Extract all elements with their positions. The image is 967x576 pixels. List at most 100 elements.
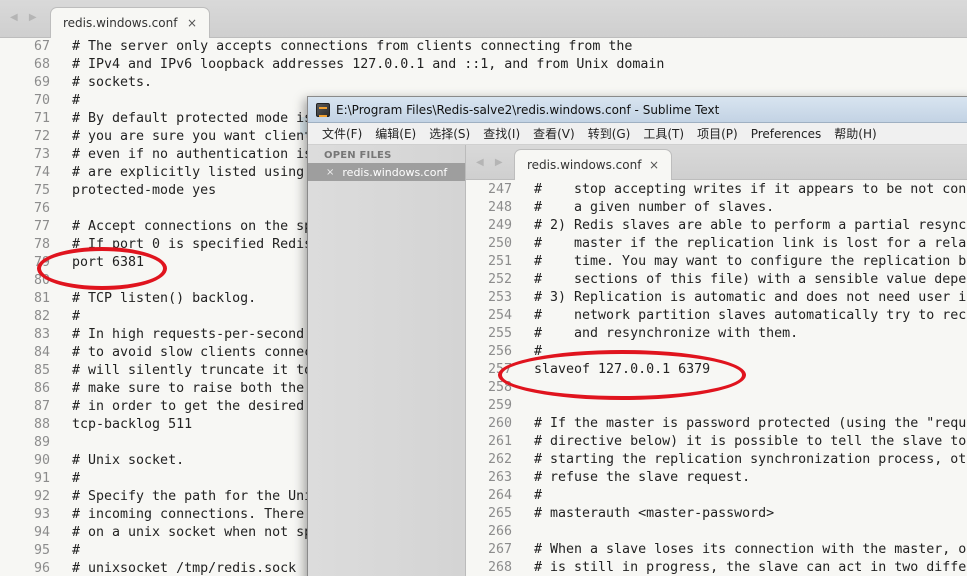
line-text[interactable]: # is still in progress, the slave can ac… xyxy=(512,559,967,576)
line-text[interactable]: # Unix socket. xyxy=(50,452,184,470)
line-text[interactable]: # to avoid slow clients connec xyxy=(50,344,312,362)
line-text[interactable]: # xyxy=(50,542,80,560)
line-text[interactable]: # xyxy=(50,92,80,110)
code-line[interactable]: 250 # master if the replication link is l… xyxy=(466,235,967,253)
code-line[interactable]: 249 # 2) Redis slaves are able to perform… xyxy=(466,217,967,235)
line-number: 267 xyxy=(487,542,512,557)
code-line[interactable]: 255 # and resynchronize with them. xyxy=(466,325,967,343)
code-line[interactable]: 248 # a given number of slaves. xyxy=(466,199,967,217)
line-text[interactable]: # stop accepting writes if it appears to… xyxy=(512,181,967,199)
line-number: 256 xyxy=(487,344,512,359)
line-text[interactable]: # directive below) it is possible to tel… xyxy=(512,433,966,451)
line-text[interactable]: # and resynchronize with them. xyxy=(512,325,798,343)
line-number: 89 xyxy=(33,435,50,450)
line-text[interactable]: # you are sure you want client xyxy=(50,128,312,146)
code-line[interactable]: 263 # refuse the slave request. xyxy=(466,469,967,487)
code-line[interactable]: 264 # xyxy=(466,487,967,505)
line-number: 90 xyxy=(33,453,50,468)
code-line[interactable]: 259 xyxy=(466,397,967,415)
sidebar-item-redis-windows-conf[interactable]: × redis.windows.conf xyxy=(308,163,465,181)
line-text[interactable]: # unixsocket /tmp/redis.sock xyxy=(50,560,296,576)
line-text[interactable]: # xyxy=(50,470,80,488)
line-text[interactable]: # If the master is password protected (u… xyxy=(512,415,967,433)
code-line[interactable]: 253 # 3) Replication is automatic and doe… xyxy=(466,289,967,307)
background-tab-redis-windows-conf[interactable]: redis.windows.conf × xyxy=(50,7,210,38)
front-tab-redis-windows-conf[interactable]: redis.windows.conf × xyxy=(514,149,672,180)
code-line[interactable]: 265 # masterauth <master-password> xyxy=(466,505,967,523)
line-text[interactable] xyxy=(512,523,534,541)
line-number: 88 xyxy=(33,417,50,432)
code-line[interactable]: 261 # directive below) it is possible to … xyxy=(466,433,967,451)
menu-item[interactable]: 工具(T) xyxy=(643,125,684,142)
line-text[interactable]: # are explicitly listed using xyxy=(50,164,304,182)
line-number: 83 xyxy=(33,327,50,342)
line-text[interactable]: # By default protected mode is xyxy=(50,110,312,128)
code-line[interactable]: 251 # time. You may want to configure the… xyxy=(466,253,967,271)
line-number: 72 xyxy=(33,129,50,144)
line-text[interactable]: # masterauth <master-password> xyxy=(512,505,774,523)
line-text[interactable]: # in order to get the desired xyxy=(50,398,304,416)
line-text[interactable]: tcp-backlog 511 xyxy=(50,416,192,434)
line-text[interactable]: # time. You may want to configure the re… xyxy=(512,253,967,271)
line-text[interactable]: # xyxy=(512,487,542,505)
line-text[interactable]: # starting the replication synchronizati… xyxy=(512,451,967,469)
code-line[interactable]: 252 # sections of this file) with a sensi… xyxy=(466,271,967,289)
line-text[interactable]: # In high requests-per-second xyxy=(50,326,304,344)
code-line[interactable]: 69 # sockets. xyxy=(0,74,664,92)
line-text[interactable]: # will silently truncate it to xyxy=(50,362,312,380)
line-text[interactable]: # master if the replication link is lost… xyxy=(512,235,967,253)
code-line[interactable]: 254 # network partition slaves automatica… xyxy=(466,307,967,325)
line-text[interactable]: # on a unix socket when not sp xyxy=(50,524,312,542)
line-text[interactable]: protected-mode yes xyxy=(50,182,216,200)
line-text[interactable]: # 2) Redis slaves are able to perform a … xyxy=(512,217,967,235)
menu-item[interactable]: Preferences xyxy=(751,127,822,141)
menu-item[interactable]: 查找(I) xyxy=(483,125,520,142)
line-text[interactable]: # sections of this file) with a sensible… xyxy=(512,271,967,289)
title-bar[interactable]: E:\Program Files\Redis-salve2\redis.wind… xyxy=(308,97,967,123)
menu-item[interactable]: 帮助(H) xyxy=(834,125,876,142)
line-text[interactable]: # refuse the slave request. xyxy=(512,469,750,487)
line-number: 264 xyxy=(487,488,512,503)
sidebar: OPEN FILES × redis.windows.conf xyxy=(308,145,466,576)
code-line[interactable]: 247 # stop accepting writes if it appears… xyxy=(466,181,967,199)
line-text[interactable]: # incoming connections. There xyxy=(50,506,304,524)
line-number: 259 xyxy=(487,398,512,413)
line-number: 251 xyxy=(487,254,512,269)
menu-item[interactable]: 选择(S) xyxy=(429,125,470,142)
code-line[interactable]: 262 # starting the replication synchroniz… xyxy=(466,451,967,469)
tab-close-icon[interactable]: × xyxy=(187,16,197,30)
line-text[interactable] xyxy=(50,200,72,218)
code-line[interactable]: 68 # IPv4 and IPv6 loopback addresses 127… xyxy=(0,56,664,74)
line-text[interactable]: # xyxy=(50,308,80,326)
line-text[interactable]: # sockets. xyxy=(50,74,152,92)
line-text[interactable]: # TCP listen() backlog. xyxy=(50,290,256,308)
menu-item[interactable]: 查看(V) xyxy=(533,125,575,142)
menu-item[interactable]: 编辑(E) xyxy=(375,125,416,142)
menu-item[interactable]: 转到(G) xyxy=(588,125,631,142)
sidebar-close-icon[interactable]: × xyxy=(326,167,334,178)
line-text[interactable]: # 3) Replication is automatic and does n… xyxy=(512,289,967,307)
line-text[interactable]: # even if no authentication is xyxy=(50,146,312,164)
line-text[interactable]: # The server only accepts connections fr… xyxy=(50,38,632,56)
line-text[interactable]: # When a slave loses its connection with… xyxy=(512,541,967,559)
line-text[interactable] xyxy=(50,434,72,452)
line-text[interactable]: # network partition slaves automatically… xyxy=(512,307,967,325)
line-text[interactable]: # a given number of slaves. xyxy=(512,199,774,217)
code-line[interactable]: 266 xyxy=(466,523,967,541)
code-line[interactable]: 268 # is still in progress, the slave can… xyxy=(466,559,967,576)
menu-item[interactable]: 文件(F) xyxy=(322,125,362,142)
code-line[interactable]: 67 # The server only accepts connections … xyxy=(0,38,664,56)
code-line[interactable]: 260 # If the master is password protected… xyxy=(466,415,967,433)
line-text[interactable]: # make sure to raise both the xyxy=(50,380,304,398)
line-number: 91 xyxy=(33,471,50,486)
tab-scroll-arrows-icon[interactable]: ◀ ▶ xyxy=(10,12,41,23)
line-text[interactable]: # Specify the path for the Uni xyxy=(50,488,312,506)
line-text[interactable]: # IPv4 and IPv6 loopback addresses 127.0… xyxy=(50,56,664,74)
tab-scroll-arrows-icon[interactable]: ◀ ▶ xyxy=(476,157,507,168)
menu-item[interactable]: 项目(P) xyxy=(697,125,738,142)
code-line[interactable]: 267 # When a slave loses its connection w… xyxy=(466,541,967,559)
tab-close-icon[interactable]: × xyxy=(649,158,659,172)
line-number: 250 xyxy=(487,236,512,251)
line-text[interactable] xyxy=(512,397,534,415)
line-text[interactable]: # Accept connections on the sp xyxy=(50,218,312,236)
